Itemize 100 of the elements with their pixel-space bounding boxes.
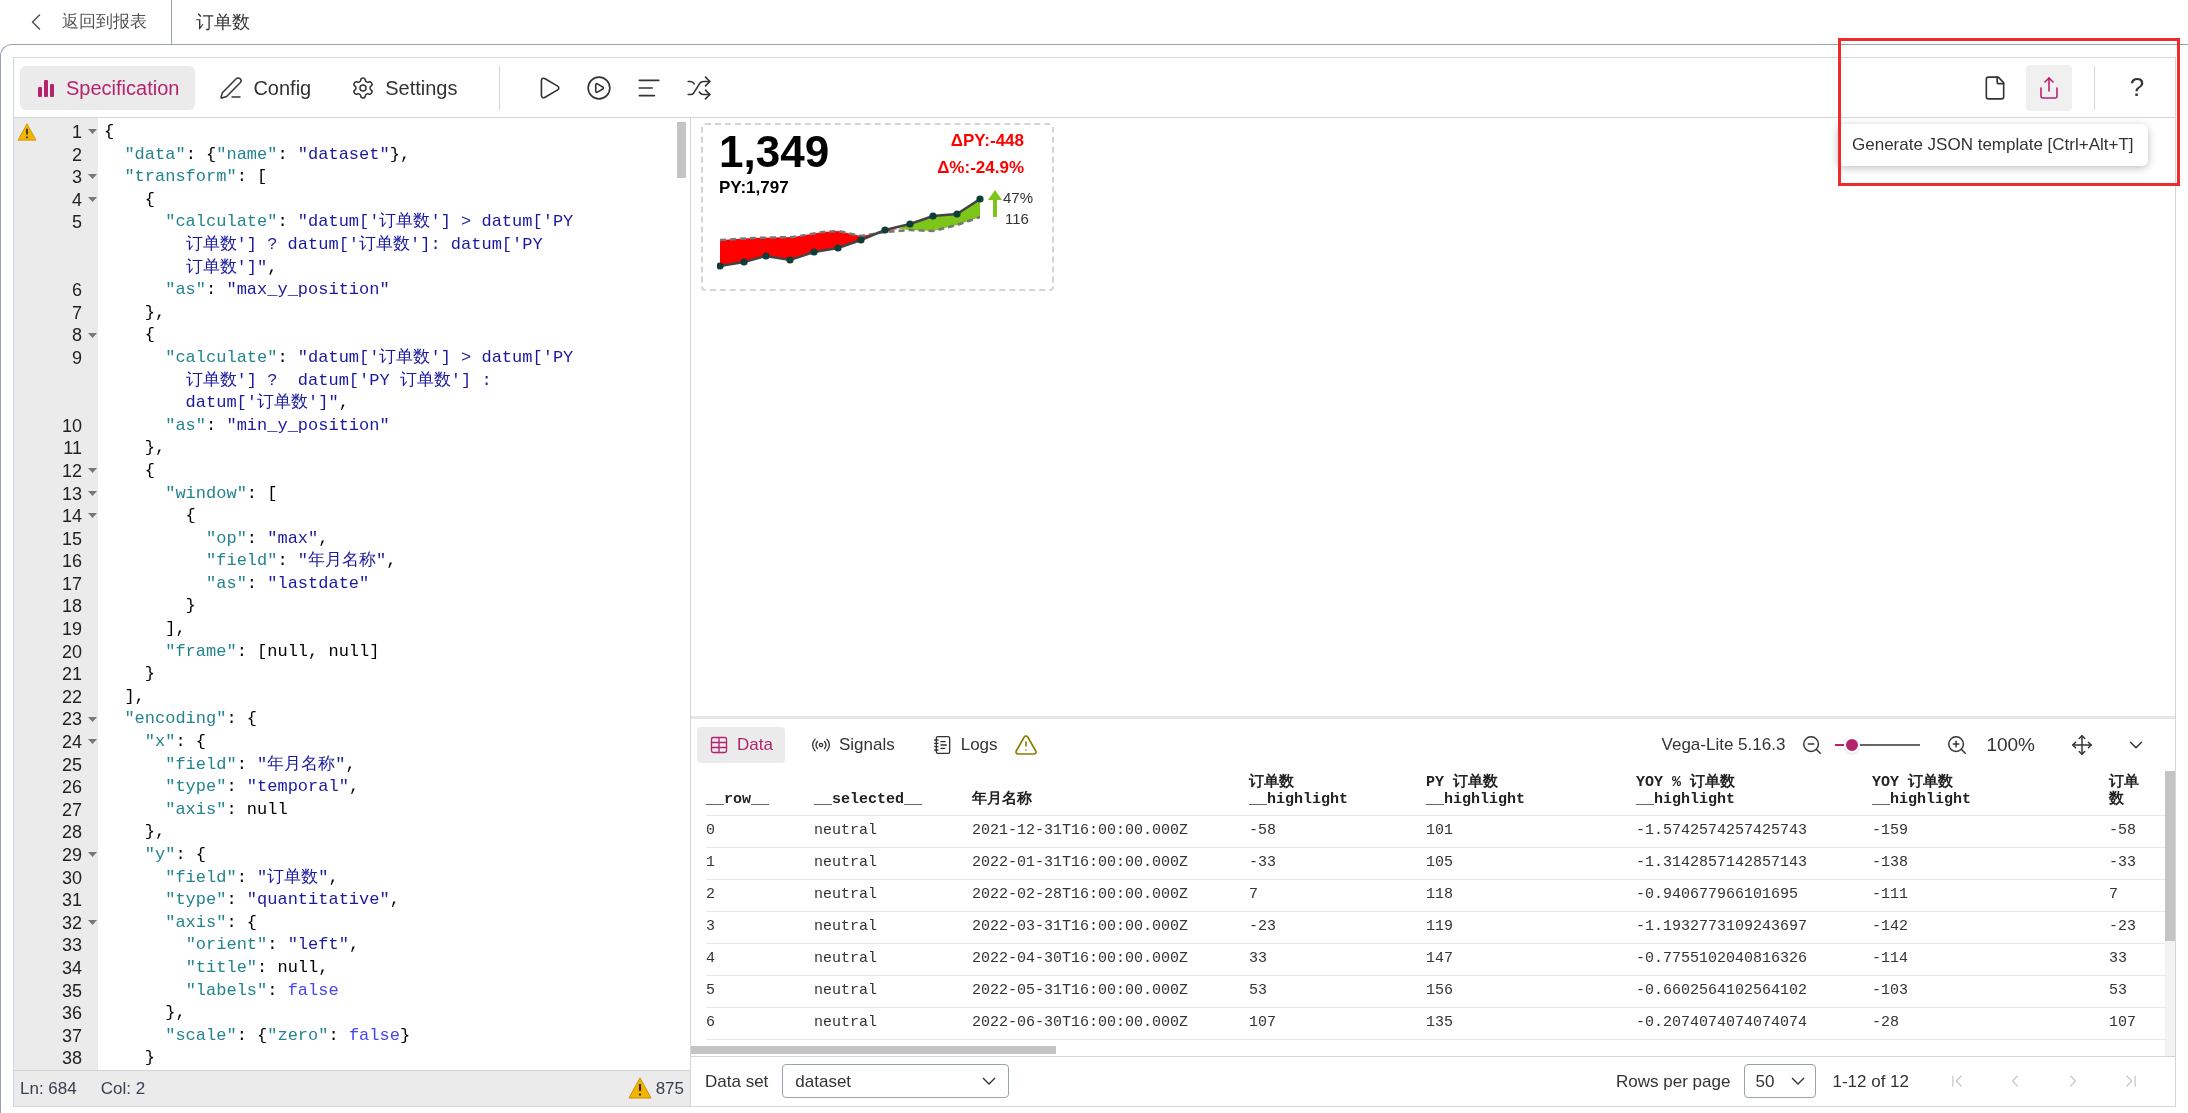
code-line: { [143, 325, 155, 345]
code-line: "type": "quantitative", [164, 890, 400, 910]
toolbar-tab[interactable]: Config [203, 65, 328, 110]
table-cell: -0.940677966101695 [1636, 886, 1799, 904]
table-cell: -58 [1249, 822, 1276, 840]
horizontal-scrollbar[interactable] [691, 1045, 1056, 1054]
code-line: 订单数'] ? datum['PY 订单数'] : [184, 370, 492, 390]
bar-chart-icon [36, 77, 56, 98]
line-number: 22 [61, 686, 82, 707]
column-header[interactable]: PY 订单数 __highlight [1426, 774, 1526, 809]
code-line: }, [143, 822, 166, 842]
export-button[interactable] [2026, 64, 2072, 111]
code-line: ], [123, 686, 145, 706]
fold-icon[interactable] [87, 920, 97, 927]
table-cell: 119 [1426, 918, 1453, 936]
line-number: 15 [61, 528, 82, 549]
column-header[interactable]: YOY % 订单数 __highlight [1636, 774, 1736, 809]
line-number: 3 [72, 167, 82, 188]
circle-play-icon[interactable] [586, 74, 613, 101]
kpi-value: 1,349 [719, 127, 830, 177]
fold-icon[interactable] [87, 197, 97, 204]
panel-tab[interactable]: Data [697, 726, 785, 763]
fold-icon[interactable] [87, 739, 97, 746]
code-line: { [143, 460, 155, 480]
fold-icon[interactable] [87, 332, 97, 339]
table-cell: 147 [1426, 950, 1453, 968]
code-line: }, [164, 1003, 186, 1023]
table-cell: 101 [1426, 822, 1453, 840]
settings-icon [351, 75, 376, 100]
column-header[interactable]: 订单数 __highlight [1249, 774, 1349, 809]
table-cell: -58 [2109, 822, 2136, 840]
table-cell: neutral [814, 950, 877, 968]
code-line: "as": "lastdate" [205, 573, 370, 593]
move-icon[interactable] [2071, 733, 2093, 756]
line-number: 35 [61, 980, 82, 1001]
table-cell: -33 [1249, 854, 1276, 872]
fold-icon[interactable] [87, 852, 97, 859]
line-number: 29 [61, 845, 82, 865]
shuffle-icon[interactable] [686, 74, 713, 101]
dataset-select[interactable]: dataset [782, 1064, 1010, 1099]
data-point [929, 212, 937, 220]
toolbar-tab[interactable]: Settings [335, 65, 474, 110]
line-number: 30 [61, 867, 82, 888]
warning-count: 875 [655, 1077, 684, 1100]
table-cell: -159 [1872, 822, 1908, 840]
table-cell: 5 [706, 982, 715, 1000]
fold-icon[interactable] [87, 513, 97, 520]
table-cell: -23 [2109, 918, 2136, 936]
fold-icon[interactable] [87, 490, 97, 497]
line-number: 2 [72, 144, 82, 165]
scrollbar[interactable] [677, 122, 686, 178]
code-line: { [184, 506, 196, 526]
cursor-column: Col: 2 [100, 1075, 146, 1102]
slider-thumb[interactable] [1844, 736, 1861, 753]
table-cell: 6 [706, 1014, 715, 1032]
line-number: 28 [61, 822, 82, 843]
fold-icon[interactable] [87, 468, 97, 475]
column-header[interactable]: YOY 订单数 __highlight [1872, 774, 1972, 809]
notebook-icon [932, 734, 953, 755]
table-cell: neutral [814, 918, 877, 936]
fold-icon[interactable] [87, 174, 97, 181]
fold-icon[interactable] [87, 716, 97, 723]
table-cell: -1.5742574257425743 [1636, 822, 1808, 840]
rows-per-page-select[interactable]: 50 [1744, 1064, 1817, 1099]
back-link[interactable]: 返回到报表 [0, 0, 172, 44]
warning-icon [627, 1077, 652, 1100]
fold-icon[interactable] [87, 129, 97, 136]
column-header[interactable]: __selected__ [814, 791, 923, 809]
table-cell: neutral [814, 982, 877, 1000]
line-number: 5 [72, 212, 82, 233]
line-number: 12 [61, 460, 82, 481]
column-header[interactable]: __row__ [706, 791, 769, 809]
table-cell: 2 [706, 886, 715, 904]
delta-percent: Δ%:-24.9% [937, 158, 1024, 178]
code-line: "calculate": "datum['订单数'] > datum['PY [164, 212, 574, 232]
zoom-in-icon[interactable] [1946, 733, 1969, 756]
code-line: "field": "年月名称", [205, 551, 397, 571]
data-point [976, 195, 984, 203]
column-header[interactable]: 订单数 [2109, 774, 2141, 809]
page-title: 订单数 [196, 10, 250, 34]
code-line: "x": { [143, 732, 207, 752]
line-number: 33 [61, 935, 82, 956]
help-button[interactable]: ? [2117, 65, 2157, 110]
code-line: { [143, 189, 155, 209]
zoom-out-icon[interactable] [1801, 733, 1824, 756]
column-header[interactable]: 年月名称 [972, 791, 1032, 809]
table-cell: 118 [1426, 886, 1453, 904]
table-cell: 3 [706, 918, 715, 936]
line-number: 19 [61, 619, 82, 640]
code-line: "y": { [143, 845, 207, 864]
vertical-scrollbar[interactable] [2165, 770, 2175, 941]
panel-tab[interactable]: Signals [798, 726, 907, 763]
data-point [857, 236, 865, 244]
toolbar-tab[interactable]: Specification [20, 65, 196, 110]
line-number: 25 [61, 754, 82, 775]
panel-tab[interactable]: Logs [920, 726, 1010, 763]
table-cell: 156 [1426, 982, 1453, 1000]
code-line: } [143, 1048, 155, 1068]
table-cell: 2021-12-31T16:00:00.000Z [972, 822, 1189, 840]
change-value: 116 [1005, 210, 1029, 228]
